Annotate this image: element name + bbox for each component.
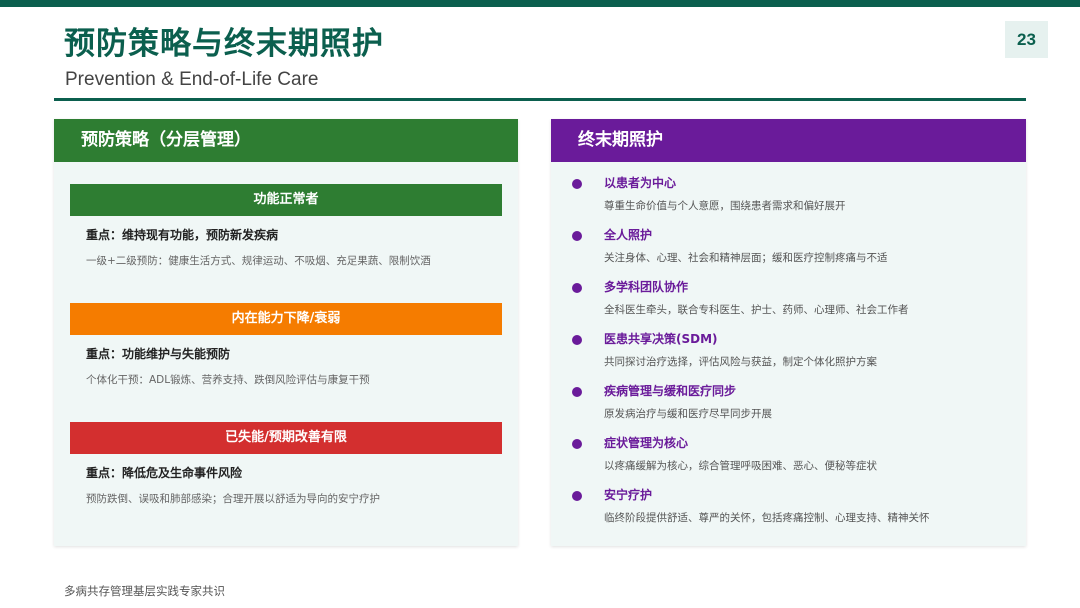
care-item-description: 以疼痛缓解为核心，综合管理呼吸困难、恶心、便秘等症状 (604, 460, 877, 472)
end-of-life-care-panel: 终末期照护 以患者为中心 尊重生命价值与个人意愿，围绕患者需求和偏好展开 全人照… (551, 119, 1026, 546)
bullet-dot-icon (572, 179, 582, 189)
tier-description: 个体化干预：ADL锻炼、营养支持、跌倒风险评估与康复干预 (86, 374, 370, 386)
prevention-panel-heading: 预防策略（分层管理） (54, 119, 518, 162)
care-item-description: 全科医生牵头，联合专科医生、护士、药师、心理师、社会工作者 (604, 304, 909, 316)
care-item-title: 安宁疗护 (604, 488, 653, 502)
care-item-title: 以患者为中心 (604, 176, 677, 190)
care-item-description: 关注身体、心理、社会和精神层面；缓和医疗控制疼痛与不适 (604, 252, 888, 264)
list-item: 医患共享决策(SDM) 共同探讨治疗选择，评估风险与获益，制定个体化照护方案 (551, 330, 1026, 382)
care-item-title: 全人照护 (604, 228, 653, 242)
prevention-panel: 预防策略（分层管理） 功能正常者 重点：维持现有功能，预防新发疾病 一级+二级预… (54, 119, 518, 546)
source-footnote: 多病共存管理基层实践专家共识 (64, 584, 225, 598)
tier-disabled: 已失能/预期改善有限 重点：降低危及生命事件风险 预防跌倒、误吸和肺部感染；合理… (70, 422, 502, 506)
tier-normal-function: 功能正常者 重点：维持现有功能，预防新发疾病 一级+二级预防：健康生活方式、规律… (70, 184, 502, 268)
care-item-description: 共同探讨治疗选择，评估风险与获益，制定个体化照护方案 (604, 356, 877, 368)
tier-capacity-decline: 内在能力下降/衰弱 重点：功能维护与失能预防 个体化干预：ADL锻炼、营养支持、… (70, 303, 502, 387)
page-number-badge: 23 (1005, 21, 1048, 58)
slide-title: 预防策略与终末期照护 (64, 26, 384, 62)
bullet-dot-icon (572, 283, 582, 293)
list-item: 全人照护 关注身体、心理、社会和精神层面；缓和医疗控制疼痛与不适 (551, 226, 1026, 278)
care-item-title: 疾病管理与缓和医疗同步 (604, 384, 737, 398)
tier-focus: 重点：功能维护与失能预防 (86, 347, 231, 361)
bullet-dot-icon (572, 335, 582, 345)
care-item-title: 症状管理为核心 (604, 436, 689, 450)
care-panel-heading: 终末期照护 (551, 119, 1026, 162)
tier-label: 功能正常者 (70, 184, 502, 216)
slide-subtitle: Prevention & End-of-Life Care (65, 69, 319, 90)
list-item: 以患者为中心 尊重生命价值与个人意愿，围绕患者需求和偏好展开 (551, 174, 1026, 226)
list-item: 疾病管理与缓和医疗同步 原发病治疗与缓和医疗尽早同步开展 (551, 382, 1026, 434)
care-item-description: 原发病治疗与缓和医疗尽早同步开展 (604, 408, 772, 420)
tier-label: 已失能/预期改善有限 (70, 422, 502, 454)
tier-description: 一级+二级预防：健康生活方式、规律运动、不吸烟、充足果蔬、限制饮酒 (86, 255, 431, 267)
bullet-dot-icon (572, 491, 582, 501)
list-item: 多学科团队协作 全科医生牵头，联合专科医生、护士、药师、心理师、社会工作者 (551, 278, 1026, 330)
bullet-dot-icon (572, 231, 582, 241)
title-divider (54, 98, 1026, 101)
tier-focus: 重点：维持现有功能，预防新发疾病 (86, 228, 279, 242)
care-item-title: 医患共享决策(SDM) (604, 332, 718, 346)
care-item-description: 临终阶段提供舒适、尊严的关怀，包括疼痛控制、心理支持、精神关怀 (604, 512, 930, 524)
care-principles-list: 以患者为中心 尊重生命价值与个人意愿，围绕患者需求和偏好展开 全人照护 关注身体… (551, 174, 1026, 538)
care-item-title: 多学科团队协作 (604, 280, 689, 294)
list-item: 安宁疗护 临终阶段提供舒适、尊严的关怀，包括疼痛控制、心理支持、精神关怀 (551, 486, 1026, 538)
top-accent-bar (0, 0, 1080, 7)
bullet-dot-icon (572, 439, 582, 449)
tier-description: 预防跌倒、误吸和肺部感染；合理开展以舒适为导向的安宁疗护 (86, 493, 380, 505)
bullet-dot-icon (572, 387, 582, 397)
tier-focus: 重点：降低危及生命事件风险 (86, 466, 243, 480)
care-item-description: 尊重生命价值与个人意愿，围绕患者需求和偏好展开 (604, 200, 846, 212)
list-item: 症状管理为核心 以疼痛缓解为核心，综合管理呼吸困难、恶心、便秘等症状 (551, 434, 1026, 486)
tier-label: 内在能力下降/衰弱 (70, 303, 502, 335)
